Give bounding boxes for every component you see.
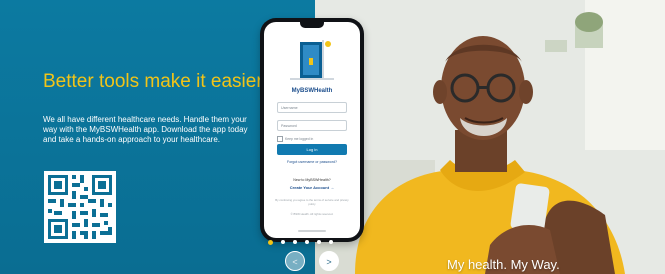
keep-logged-in-label: Keep me logged in bbox=[285, 136, 314, 141]
tagline: My health. My Way. bbox=[447, 257, 560, 272]
app-brand-logo: MyBSWHealth bbox=[291, 88, 333, 94]
carousel-next-button[interactable]: > bbox=[319, 251, 339, 271]
chevron-right-icon: > bbox=[326, 257, 332, 267]
hero-photo bbox=[315, 0, 665, 274]
carousel-dot-5[interactable] bbox=[317, 240, 321, 244]
qr-code-icon bbox=[44, 171, 116, 243]
phone-footer-note: © BSW Health. All rights reserved. bbox=[290, 212, 334, 216]
forgot-credentials-link: Forgot username or password? bbox=[287, 160, 337, 164]
carousel-indicators bbox=[268, 238, 333, 246]
phone-screen: MyBSWHealth Username Password Keep me lo… bbox=[264, 22, 360, 238]
login-button: Log in bbox=[277, 144, 347, 155]
password-input: Password bbox=[277, 120, 347, 131]
carousel-dot-6[interactable] bbox=[329, 240, 333, 244]
man-with-phone-illustration bbox=[315, 0, 665, 274]
carousel-prev-button[interactable]: < bbox=[285, 251, 305, 271]
door-illustration-icon bbox=[290, 40, 334, 80]
headline: Better tools make it easier bbox=[43, 71, 263, 92]
carousel-dot-4[interactable] bbox=[305, 240, 309, 244]
carousel-dot-3[interactable] bbox=[293, 240, 297, 244]
new-user-prompt: New to MyBSWHealth? bbox=[293, 178, 331, 182]
phone-home-indicator bbox=[298, 230, 326, 232]
phone-mockup: MyBSWHealth Username Password Keep me lo… bbox=[260, 18, 364, 242]
create-account-link: Create Your Account → bbox=[289, 185, 335, 190]
chevron-left-icon: < bbox=[292, 257, 298, 267]
keep-logged-in: Keep me logged in bbox=[277, 136, 313, 142]
carousel-dot-2[interactable] bbox=[281, 240, 285, 244]
checkbox-icon bbox=[277, 136, 283, 142]
phone-notch bbox=[300, 22, 324, 28]
username-input: Username bbox=[277, 102, 347, 113]
terms-text: By continuing you agree to the terms of … bbox=[275, 198, 349, 206]
promo-banner: Better tools make it easier We all have … bbox=[0, 0, 665, 274]
qr-code bbox=[44, 171, 116, 243]
promo-description: We all have different healthcare needs. … bbox=[43, 115, 248, 144]
carousel-dot-1[interactable] bbox=[268, 239, 273, 245]
